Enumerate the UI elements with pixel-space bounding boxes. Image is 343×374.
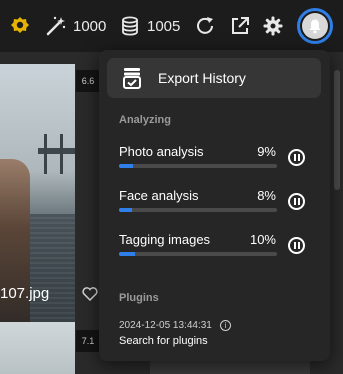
export-history-label: Export History bbox=[158, 70, 246, 86]
task-name: Face analysis bbox=[119, 188, 199, 203]
refresh-icon bbox=[197, 17, 213, 34]
photo-pole bbox=[44, 134, 47, 174]
pause-icon bbox=[293, 198, 296, 205]
notifications-button[interactable] bbox=[297, 8, 333, 44]
task-tagging-images: Tagging images 10% bbox=[119, 232, 324, 266]
notifications-avatar bbox=[302, 13, 328, 39]
pause-button[interactable] bbox=[288, 193, 305, 210]
task-name: Photo analysis bbox=[119, 144, 204, 159]
external-link-icon bbox=[232, 17, 249, 34]
badge-icon[interactable] bbox=[10, 14, 30, 38]
pause-button[interactable] bbox=[288, 237, 305, 254]
photo-thumbnail[interactable] bbox=[0, 322, 75, 374]
pause-icon bbox=[297, 242, 300, 249]
pause-icon bbox=[293, 242, 296, 249]
task-percent: 10% bbox=[249, 232, 276, 247]
magic-wand-icon bbox=[46, 16, 66, 36]
plugin-link[interactable]: Search for plugins bbox=[119, 335, 208, 347]
progress-track bbox=[119, 252, 277, 256]
photo-filename: 107.jpg bbox=[0, 285, 50, 302]
export-history-button[interactable]: Export History bbox=[107, 58, 321, 98]
plugin-timestamp: 2024-12-05 13:44:31 i bbox=[119, 320, 231, 331]
progress-fill bbox=[119, 164, 134, 168]
progress-track bbox=[119, 164, 277, 168]
notifications-panel: Export History Analyzing Photo analysis … bbox=[99, 50, 330, 361]
photo-score-badge: 6.6 bbox=[76, 70, 100, 92]
magic-count: 1000 bbox=[73, 17, 107, 35]
progress-fill bbox=[119, 252, 135, 256]
photo-person bbox=[0, 159, 30, 329]
progress-track bbox=[119, 208, 277, 212]
plugin-date-text: 2024-12-05 13:44:31 bbox=[119, 320, 212, 331]
analyzing-section-title: Analyzing bbox=[119, 114, 171, 126]
task-percent: 8% bbox=[257, 188, 276, 203]
gear-icon bbox=[263, 16, 283, 36]
pause-icon bbox=[293, 154, 296, 161]
task-photo-analysis: Photo analysis 9% bbox=[119, 144, 324, 178]
pause-button[interactable] bbox=[288, 149, 305, 166]
settings-button[interactable] bbox=[262, 14, 284, 38]
scrollbar-thumb[interactable] bbox=[334, 70, 340, 190]
info-icon[interactable]: i bbox=[219, 320, 231, 331]
task-name: Tagging images bbox=[119, 232, 211, 247]
coins-count: 1005 bbox=[147, 17, 181, 35]
task-face-analysis: Face analysis 8% bbox=[119, 188, 324, 222]
plugins-section-title: Plugins bbox=[119, 292, 159, 304]
progress-fill bbox=[119, 208, 132, 212]
bell-icon bbox=[309, 19, 321, 34]
refresh-button[interactable] bbox=[194, 14, 216, 38]
coin-credits[interactable]: 1005 bbox=[119, 14, 180, 38]
photo-pole bbox=[60, 134, 63, 174]
external-link-button[interactable] bbox=[229, 14, 251, 38]
top-toolbar: 1000 1005 bbox=[0, 0, 343, 52]
heart-icon[interactable] bbox=[82, 287, 98, 301]
pause-icon bbox=[297, 154, 300, 161]
coins-icon bbox=[122, 16, 138, 36]
magic-credits[interactable]: 1000 bbox=[45, 14, 106, 38]
task-percent: 9% bbox=[257, 144, 276, 159]
photo-score-badge: 7.1 bbox=[76, 330, 100, 352]
clipboard-check-icon bbox=[121, 67, 143, 89]
pause-icon bbox=[297, 198, 300, 205]
